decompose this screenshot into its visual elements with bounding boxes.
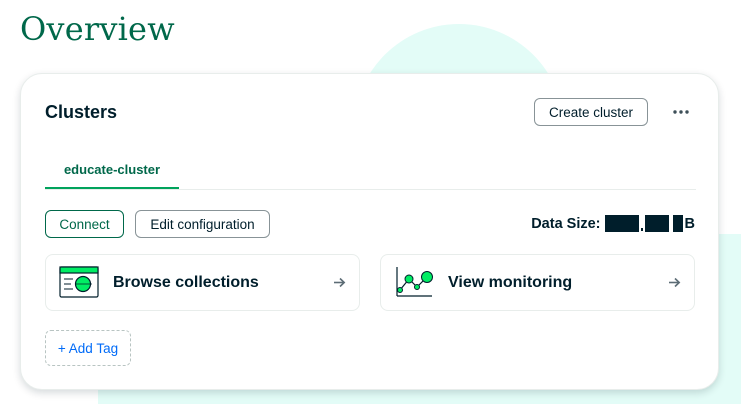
arrow-right-icon: [669, 277, 681, 288]
create-cluster-button[interactable]: Create cluster: [534, 98, 648, 126]
add-tag-button[interactable]: + Add Tag: [45, 330, 131, 366]
data-size-value: B: [604, 215, 695, 232]
redacted-block: [604, 215, 639, 232]
tab-divider: [45, 189, 696, 190]
tab-label: educate-cluster: [63, 162, 161, 177]
page-title: Overview: [20, 10, 175, 48]
data-size-label: Data Size:: [531, 215, 601, 232]
redacted-block: [644, 215, 669, 232]
view-monitoring-label: View monitoring: [448, 274, 573, 291]
tab-educate-cluster[interactable]: educate-cluster: [45, 152, 179, 190]
clusters-heading: Clusters: [45, 102, 118, 122]
data-size-suffix: B: [684, 215, 695, 232]
edit-configuration-button[interactable]: Edit configuration: [135, 210, 270, 238]
arrow-right-icon: [334, 277, 346, 288]
more-options-button[interactable]: [667, 98, 695, 126]
view-monitoring-tile[interactable]: View monitoring: [380, 254, 695, 311]
clusters-card: Clusters Create cluster educate-cluster …: [20, 73, 719, 390]
add-tag-label: + Add Tag: [57, 340, 119, 356]
collection-browser-icon: [59, 266, 99, 298]
redacted-block: [672, 215, 683, 232]
monitoring-chart-icon: [396, 267, 433, 297]
connect-button[interactable]: Connect: [45, 210, 124, 238]
data-size-readout: Data Size: B: [531, 215, 695, 232]
browse-collections-tile[interactable]: Browse collections: [45, 254, 360, 311]
browse-collections-label: Browse collections: [113, 274, 259, 291]
ellipsis-icon: [673, 110, 689, 114]
redacted-dot: [640, 228, 643, 231]
